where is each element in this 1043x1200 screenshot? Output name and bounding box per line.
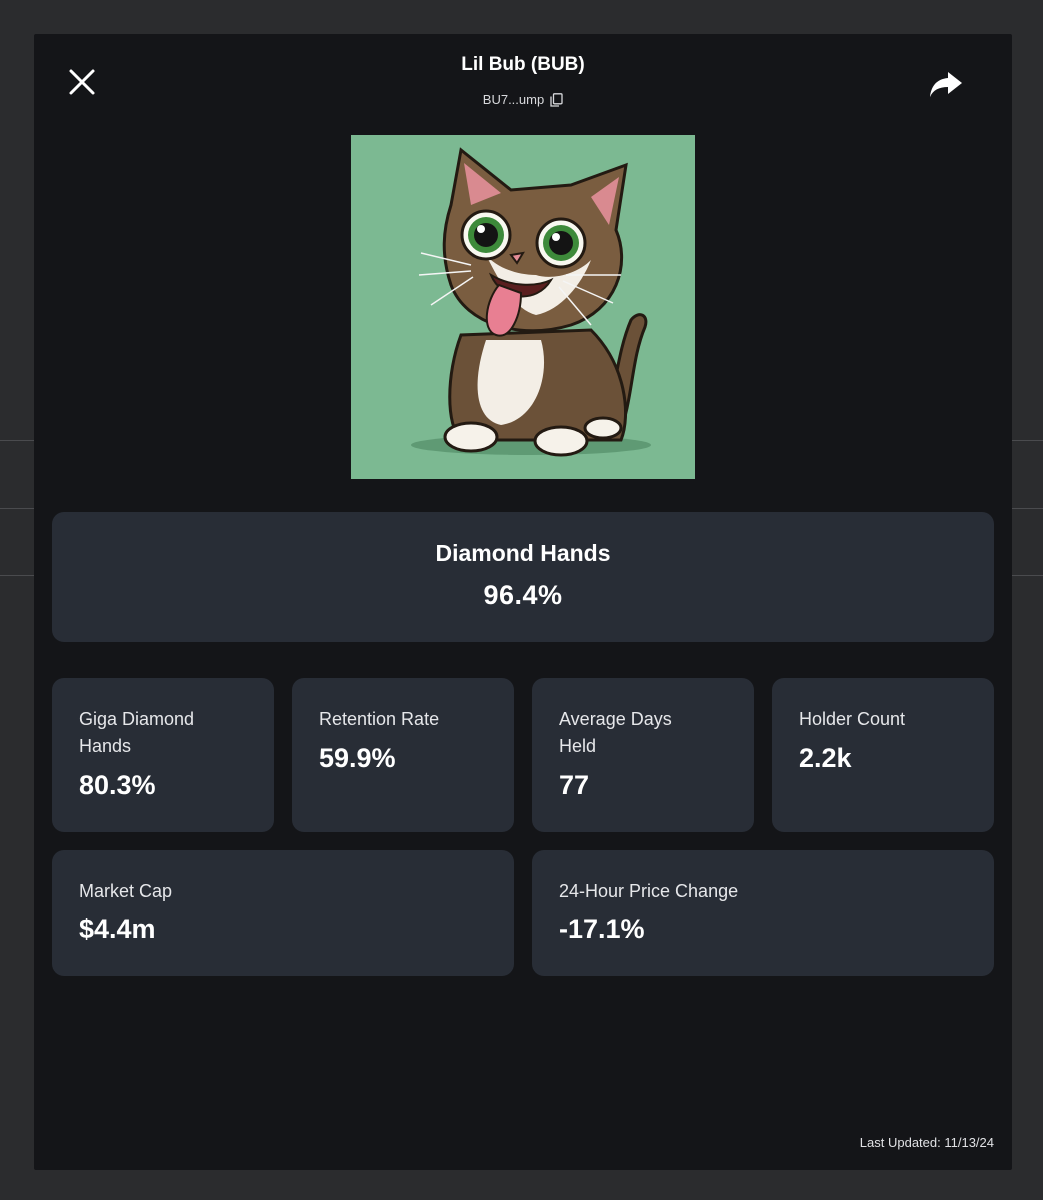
cat-illustration [351,135,695,479]
divider [0,508,34,509]
diamond-hands-card: Diamond Hands 96.4% [52,512,994,642]
stat-card-24h-price-change: 24-Hour Price Change -17.1% [532,850,994,976]
divider [1012,508,1043,509]
share-icon [930,72,962,97]
stat-label: Giga Diamond Hands [79,709,195,756]
token-detail-modal: Lil Bub (BUB) BU7...ump Diamond Hands 96… [34,34,1012,1170]
token-address-row: BU7...ump [34,92,1012,107]
stat-value: -17.1% [559,914,645,944]
diamond-hands-label: Diamond Hands [435,540,611,566]
token-image [351,135,695,479]
divider [1012,575,1043,576]
stat-value: 77 [559,770,590,800]
divider [1012,440,1043,441]
stat-label: Holder Count [799,709,906,729]
stat-card-holder-count: Holder Count 2.2k [772,678,994,832]
stat-value: $4.4m [79,914,156,944]
stat-value: 80.3% [79,770,156,800]
diamond-hands-value: 96.4% [483,580,563,610]
stat-label: Market Cap [79,881,173,901]
divider [0,440,34,441]
share-button[interactable] [928,68,964,100]
stat-value: 2.2k [799,743,852,773]
stat-card-retention-rate: Retention Rate 59.9% [292,678,514,832]
stat-label: 24-Hour Price Change [559,881,739,901]
stat-card-average-days-held: Average Days Held 77 [532,678,754,832]
stat-value: 59.9% [319,743,396,773]
stat-label: Retention Rate [319,709,440,729]
last-updated-text: Last Updated: 11/13/24 [859,1135,994,1150]
divider [0,575,34,576]
stat-card-giga-diamond-hands: Giga Diamond Hands 80.3% [52,678,274,832]
token-address: BU7...ump [482,92,545,107]
token-title: Lil Bub (BUB) [461,54,585,75]
copy-icon[interactable] [550,92,563,107]
stat-card-market-cap: Market Cap $4.4m [52,850,514,976]
stat-label: Average Days Held [559,709,672,756]
